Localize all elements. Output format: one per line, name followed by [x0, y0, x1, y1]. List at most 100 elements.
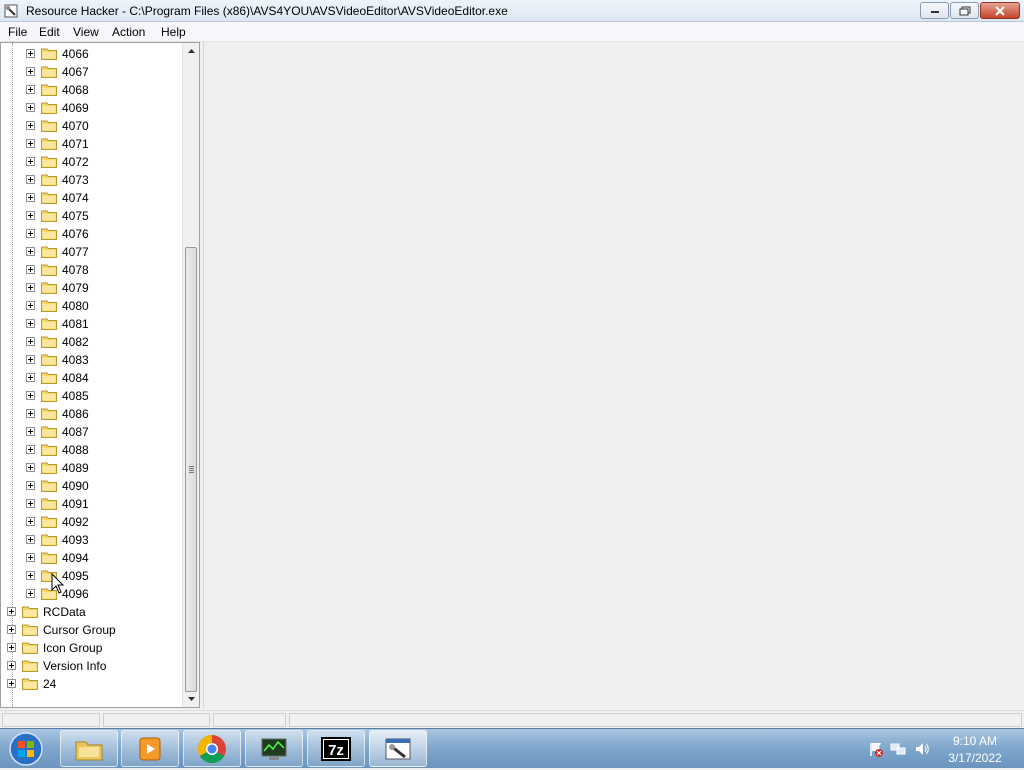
- expand-plus-icon[interactable]: [26, 337, 35, 346]
- expand-plus-icon[interactable]: [7, 661, 16, 670]
- scroll-thumb[interactable]: [185, 247, 197, 692]
- minimize-button[interactable]: [920, 2, 949, 19]
- tree-node-resource[interactable]: 4086: [1, 405, 182, 423]
- expand-plus-icon[interactable]: [26, 409, 35, 418]
- tree-node-root[interactable]: Version Info: [1, 657, 182, 675]
- tree-node-resource[interactable]: 4080: [1, 297, 182, 315]
- folder-icon: [41, 480, 57, 492]
- clock-date[interactable]: 3/17/2022: [940, 751, 1010, 765]
- taskbar-explorer[interactable]: [60, 730, 118, 767]
- tree-node-resource[interactable]: 4085: [1, 387, 182, 405]
- taskbar-7zip[interactable]: 7z: [307, 730, 365, 767]
- scroll-down-button[interactable]: [183, 690, 199, 707]
- tree-node-resource[interactable]: 4088: [1, 441, 182, 459]
- tree-node-resource[interactable]: 4094: [1, 549, 182, 567]
- expand-plus-icon[interactable]: [26, 67, 35, 76]
- taskbar-resource-hacker[interactable]: [369, 730, 427, 767]
- expand-plus-icon[interactable]: [26, 427, 35, 436]
- tree-node-resource[interactable]: 4083: [1, 351, 182, 369]
- expand-plus-icon[interactable]: [26, 589, 35, 598]
- expand-plus-icon[interactable]: [26, 229, 35, 238]
- restore-button[interactable]: [950, 2, 979, 19]
- resource-view-pane[interactable]: [203, 42, 1024, 708]
- taskbar-task-manager[interactable]: [245, 730, 303, 767]
- expand-plus-icon[interactable]: [26, 157, 35, 166]
- expand-plus-icon[interactable]: [26, 355, 35, 364]
- tree-node-resource[interactable]: 4082: [1, 333, 182, 351]
- expand-plus-icon[interactable]: [26, 49, 35, 58]
- tree-node-resource[interactable]: 4078: [1, 261, 182, 279]
- tree-node-resource[interactable]: 4095: [1, 567, 182, 585]
- taskbar-chrome[interactable]: [183, 730, 241, 767]
- expand-plus-icon[interactable]: [7, 625, 16, 634]
- menu-file[interactable]: File: [8, 25, 27, 39]
- start-button[interactable]: [4, 731, 48, 767]
- tree-node-label: 4090: [62, 479, 89, 493]
- menu-view[interactable]: View: [73, 25, 99, 39]
- menu-action[interactable]: Action: [112, 25, 145, 39]
- tree-node-resource[interactable]: 4066: [1, 45, 182, 63]
- expand-plus-icon[interactable]: [26, 391, 35, 400]
- expand-plus-icon[interactable]: [26, 535, 35, 544]
- expand-plus-icon[interactable]: [26, 445, 35, 454]
- tree-node-resource[interactable]: 4096: [1, 585, 182, 603]
- expand-plus-icon[interactable]: [26, 283, 35, 292]
- tree-node-resource[interactable]: 4079: [1, 279, 182, 297]
- tree-node-resource[interactable]: 4070: [1, 117, 182, 135]
- tree-node-root[interactable]: Icon Group: [1, 639, 182, 657]
- tree-node-root[interactable]: RCData: [1, 603, 182, 621]
- expand-plus-icon[interactable]: [7, 607, 16, 616]
- expand-plus-icon[interactable]: [7, 679, 16, 688]
- expand-plus-icon[interactable]: [26, 175, 35, 184]
- tree-node-resource[interactable]: 4076: [1, 225, 182, 243]
- taskbar-media-player[interactable]: [121, 730, 179, 767]
- tree-node-resource[interactable]: 4072: [1, 153, 182, 171]
- expand-plus-icon[interactable]: [26, 463, 35, 472]
- expand-plus-icon[interactable]: [26, 121, 35, 130]
- expand-plus-icon[interactable]: [26, 481, 35, 490]
- scroll-up-button[interactable]: [183, 43, 199, 60]
- expand-plus-icon[interactable]: [26, 553, 35, 562]
- tree-node-resource[interactable]: 4074: [1, 189, 182, 207]
- expand-plus-icon[interactable]: [26, 247, 35, 256]
- menu-edit[interactable]: Edit: [39, 25, 60, 39]
- expand-plus-icon[interactable]: [26, 517, 35, 526]
- expand-plus-icon[interactable]: [26, 571, 35, 580]
- action-center-flag-icon[interactable]: [868, 741, 884, 757]
- tree-node-resource[interactable]: 4091: [1, 495, 182, 513]
- expand-plus-icon[interactable]: [7, 643, 16, 652]
- expand-plus-icon[interactable]: [26, 499, 35, 508]
- tree-node-resource[interactable]: 4084: [1, 369, 182, 387]
- resource-tree[interactable]: 4066 4067 4068 4069 4070 4071 4072 4073 4074 4075…: [0, 42, 200, 708]
- close-button[interactable]: [980, 2, 1020, 19]
- expand-plus-icon[interactable]: [26, 85, 35, 94]
- tree-scrollbar[interactable]: [182, 43, 199, 707]
- tree-node-resource[interactable]: 4081: [1, 315, 182, 333]
- tree-node-root[interactable]: 24: [1, 675, 182, 693]
- expand-plus-icon[interactable]: [26, 193, 35, 202]
- tree-node-resource[interactable]: 4092: [1, 513, 182, 531]
- expand-plus-icon[interactable]: [26, 301, 35, 310]
- tree-node-resource[interactable]: 4077: [1, 243, 182, 261]
- clock-time[interactable]: 9:10 AM: [940, 734, 1010, 748]
- tree-node-resource[interactable]: 4067: [1, 63, 182, 81]
- tree-node-resource[interactable]: 4090: [1, 477, 182, 495]
- tree-node-resource[interactable]: 4069: [1, 99, 182, 117]
- expand-plus-icon[interactable]: [26, 265, 35, 274]
- tree-node-resource[interactable]: 4075: [1, 207, 182, 225]
- tree-node-resource[interactable]: 4073: [1, 171, 182, 189]
- expand-plus-icon[interactable]: [26, 139, 35, 148]
- expand-plus-icon[interactable]: [26, 211, 35, 220]
- volume-icon[interactable]: [914, 741, 930, 757]
- tree-node-root[interactable]: Cursor Group: [1, 621, 182, 639]
- expand-plus-icon[interactable]: [26, 103, 35, 112]
- expand-plus-icon[interactable]: [26, 319, 35, 328]
- expand-plus-icon[interactable]: [26, 373, 35, 382]
- tree-node-resource[interactable]: 4089: [1, 459, 182, 477]
- tree-node-resource[interactable]: 4087: [1, 423, 182, 441]
- network-icon[interactable]: [890, 741, 906, 757]
- menu-help[interactable]: Help: [161, 25, 186, 39]
- tree-node-resource[interactable]: 4093: [1, 531, 182, 549]
- tree-node-resource[interactable]: 4071: [1, 135, 182, 153]
- tree-node-resource[interactable]: 4068: [1, 81, 182, 99]
